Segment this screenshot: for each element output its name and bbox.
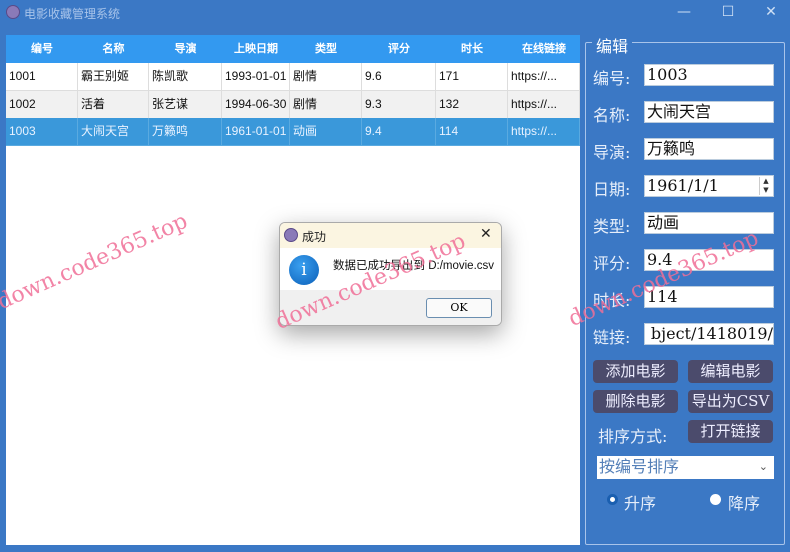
column-header[interactable]: 上映日期 <box>222 35 290 63</box>
table-cell: 活着 <box>78 90 149 119</box>
dialog-footer: OK <box>280 290 501 325</box>
table-cell: 1003 <box>6 118 78 146</box>
ascending-radio[interactable] <box>607 494 618 505</box>
table-cell: 1993-01-01 <box>222 63 290 91</box>
table-cell: 1994-06-30 <box>222 90 290 119</box>
title-bar: 电影收藏管理系统 — ☐ ✕ <box>0 0 790 28</box>
date-spinner[interactable]: ▲ ▼ <box>759 177 772 195</box>
table-cell: 动画 <box>290 118 362 146</box>
dialog-title-bar: 成功 ✕ <box>280 223 501 248</box>
link-input[interactable]: bject/1418019/ <box>644 323 774 345</box>
edit-group-title: 编辑 <box>592 33 633 57</box>
dialog-title: 成功 <box>302 230 327 244</box>
table-row[interactable]: 1002 活着 张艺谋 1994-06-30 剧情 9.3 132 https://... <box>6 90 580 119</box>
table-cell: https://... <box>508 90 580 119</box>
app-film-icon <box>6 5 20 19</box>
minimize-button[interactable]: — <box>674 4 694 22</box>
edit-movie-button[interactable]: 编辑电影 <box>688 360 773 383</box>
table-cell: 剧情 <box>290 90 362 119</box>
table-header[interactable]: 编号 名称 导演 上映日期 类型 评分 时长 在线链接 <box>6 35 580 63</box>
field-label: 编号: <box>593 69 631 88</box>
table-cell: 1002 <box>6 90 78 119</box>
table-cell: 9.6 <box>362 63 436 91</box>
sort-label: 排序方式: <box>598 427 668 446</box>
table-row[interactable]: 1001 霸王别姬 陈凯歌 1993-01-01 剧情 9.6 171 https://... <box>6 63 580 91</box>
table-cell: 大闹天宫 <box>78 118 149 146</box>
close-button[interactable]: ✕ <box>761 4 781 22</box>
input-value: 9.4 <box>647 250 673 269</box>
field-label: 链接: <box>593 328 631 347</box>
date-input[interactable]: 1961/1/1 ▲ ▼ <box>644 175 774 197</box>
table-row[interactable]: 1003 大闹天宫 万籁鸣 1961-01-01 动画 9.4 114 https://... <box>6 118 580 146</box>
column-header[interactable]: 时长 <box>436 35 508 63</box>
field-label: 导演: <box>593 143 631 162</box>
column-header[interactable]: 编号 <box>6 35 78 63</box>
input-value: bject/1418019/ <box>650 324 773 343</box>
sort-select[interactable]: 按编号排序 ⌄ <box>597 456 774 479</box>
chevron-down-icon: ⌄ <box>758 460 768 473</box>
director-input[interactable]: 万籁鸣 <box>644 138 774 160</box>
table-cell: 114 <box>436 118 508 146</box>
field-label: 类型: <box>593 217 631 236</box>
input-value: 动画 <box>647 213 680 232</box>
id-input[interactable]: 1003 <box>644 64 774 86</box>
input-value: 1003 <box>647 65 688 84</box>
table-cell: 171 <box>436 63 508 91</box>
descending-radio[interactable] <box>710 494 721 505</box>
duration-input[interactable]: 114 <box>644 286 774 308</box>
success-dialog: 成功 ✕ i 数据已成功导出到 D:/movie.csv OK <box>279 222 502 326</box>
field-label: 评分: <box>593 254 631 273</box>
table-cell: 万籁鸣 <box>149 118 222 146</box>
column-header[interactable]: 名称 <box>78 35 149 63</box>
ok-button[interactable]: OK <box>426 298 492 318</box>
input-value: 大闹天宫 <box>647 102 712 121</box>
field-label: 名称: <box>593 106 631 125</box>
table-cell: 9.3 <box>362 90 436 119</box>
table-cell: 霸王别姬 <box>78 63 149 91</box>
table-cell: 1961-01-01 <box>222 118 290 146</box>
dialog-film-icon <box>284 228 298 242</box>
rating-input[interactable]: 9.4 <box>644 249 774 271</box>
field-label: 日期: <box>593 180 631 199</box>
info-icon: i <box>289 255 319 285</box>
table-cell: 张艺谋 <box>149 90 222 119</box>
column-header[interactable]: 类型 <box>290 35 362 63</box>
maximize-button[interactable]: ☐ <box>718 4 738 22</box>
export-csv-button[interactable]: 导出为CSV <box>688 390 773 413</box>
input-value: 1961/1/1 <box>647 176 719 195</box>
table-cell: https://... <box>508 63 580 91</box>
table-cell: 陈凯歌 <box>149 63 222 91</box>
dialog-close-button[interactable]: ✕ <box>480 226 492 242</box>
input-value: 114 <box>647 287 678 306</box>
ascending-label[interactable]: 升序 <box>624 490 656 514</box>
table-cell: 9.4 <box>362 118 436 146</box>
genre-input[interactable]: 动画 <box>644 212 774 234</box>
sort-select-value: 按编号排序 <box>599 457 680 476</box>
add-movie-button[interactable]: 添加电影 <box>593 360 678 383</box>
column-header[interactable]: 在线链接 <box>508 35 580 63</box>
table-cell: 132 <box>436 90 508 119</box>
window-title: 电影收藏管理系统 <box>24 7 121 21</box>
input-value: 万籁鸣 <box>647 139 696 158</box>
table-cell: 剧情 <box>290 63 362 91</box>
descending-label[interactable]: 降序 <box>728 490 760 514</box>
open-link-button[interactable]: 打开链接 <box>688 420 773 443</box>
table-cell: 1001 <box>6 63 78 91</box>
name-input[interactable]: 大闹天宫 <box>644 101 774 123</box>
dialog-message: 数据已成功导出到 D:/movie.csv <box>333 260 495 272</box>
table-cell: https://... <box>508 118 580 146</box>
delete-movie-button[interactable]: 删除电影 <box>593 390 678 413</box>
column-header[interactable]: 评分 <box>362 35 436 63</box>
column-header[interactable]: 导演 <box>149 35 222 63</box>
field-label: 时长: <box>593 291 631 310</box>
